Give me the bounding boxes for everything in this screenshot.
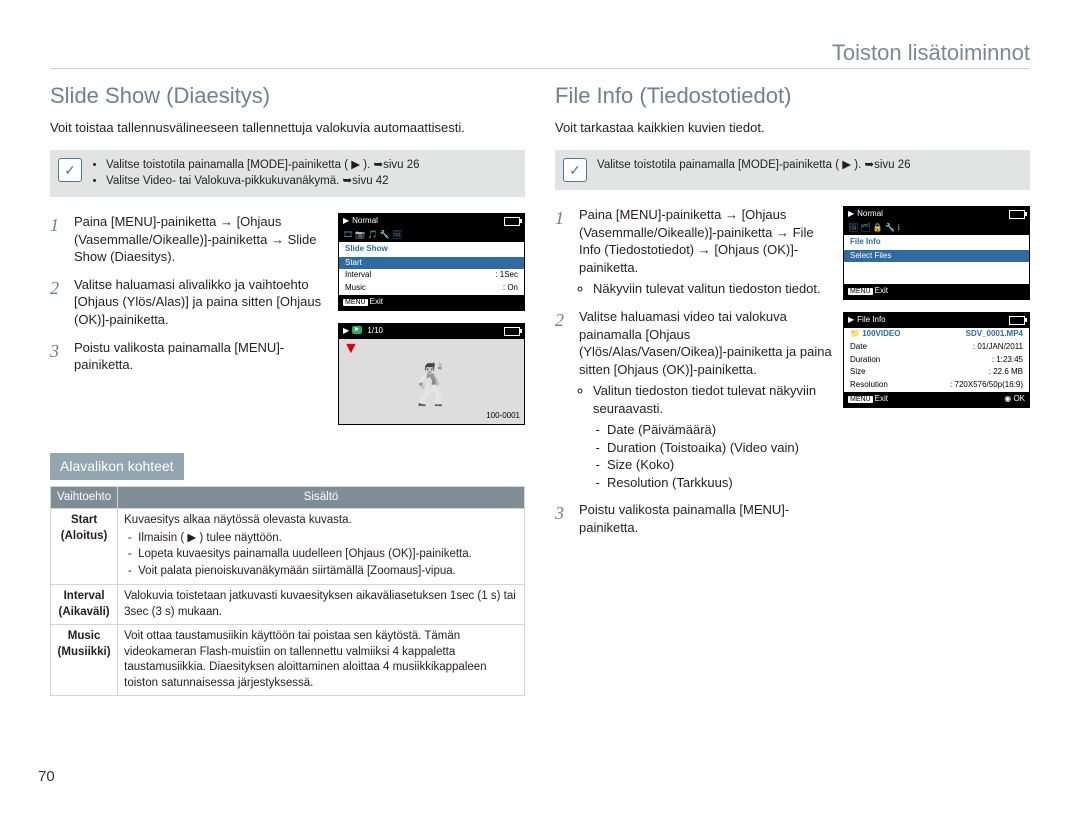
battery-icon — [504, 217, 520, 226]
lcd-slideshow-menu: ▶Normal 🎞 📷 🎵 🔧 🖼 Slide Show Start Inter… — [338, 213, 525, 311]
options-table: Vaihtoehto Sisältö Start (Aloitus) Kuvae… — [50, 486, 525, 697]
step-item: Poistu valikosta painamalla [MENU]-paini… — [555, 501, 833, 536]
note-item: Valitse toistotila painamalla [MODE]-pai… — [106, 158, 420, 174]
step-item: Valitse haluamasi alivalikko ja vaihtoeh… — [50, 276, 328, 329]
table-row: Music (Musiikki) Voit ottaa taustamusiik… — [51, 625, 525, 696]
step-item: Valitse haluamasi video tai valokuva pai… — [555, 308, 833, 491]
table-header: Sisältö — [118, 486, 525, 509]
battery-icon — [1009, 316, 1025, 325]
lcd-stack-right: ▶Normal 🖼 🗂 🔒 🔧 ℹ File Info Select Files… — [843, 206, 1030, 414]
lcd-fileinfo-detail: ▶File Info 📁 100VIDEO SDV_0001.MP4 Date:… — [843, 312, 1030, 408]
left-column: Slide Show (Diaesitys) Voit toistaa tall… — [50, 81, 525, 696]
note-box-right: ✓ Valitse toistotila painamalla [MODE]-p… — [555, 150, 1030, 190]
lcd-stack-left: ▶Normal 🎞 📷 🎵 🔧 🖼 Slide Show Start Inter… — [338, 213, 525, 430]
step-item: Paina [MENU]-painiketta → [Ohjaus (Vasem… — [555, 206, 833, 298]
right-column: File Info (Tiedostotiedot) Voit tarkasta… — [555, 81, 1030, 696]
note-box-left: ✓ Valitse toistotila painamalla [MODE]-p… — [50, 150, 525, 197]
page-number: 70 — [38, 768, 55, 785]
lcd-fileinfo-menu: ▶Normal 🖼 🗂 🔒 🔧 ℹ File Info Select Files… — [843, 206, 1030, 300]
page-header: Toiston lisätoiminnot — [50, 40, 1030, 69]
note-item: Valitse Video- tai Valokuva-pikkukuvanäk… — [106, 174, 420, 190]
table-row: Start (Aloitus) Kuvaesitys alkaa näytöss… — [51, 509, 525, 585]
table-row: Interval (Aikaväli) Valokuvia toistetaan… — [51, 585, 525, 625]
table-header: Vaihtoehto — [51, 486, 118, 509]
lcd-slideshow-play: ▶ 1/10 ▼ 🕺 100-0001 — [338, 323, 525, 425]
submenu-header: Alavalikon kohteet — [50, 453, 184, 480]
play-indicator-icon — [352, 326, 362, 334]
photo-silhouette-icon: 🕺 — [407, 365, 457, 405]
slide-show-intro: Voit toistaa tallennusvälineeseen tallen… — [50, 119, 525, 137]
check-icon: ✓ — [58, 158, 82, 182]
slide-show-heading: Slide Show (Diaesitys) — [50, 81, 525, 111]
file-info-intro: Voit tarkastaa kaikkien kuvien tiedot. — [555, 119, 1030, 137]
battery-icon — [504, 327, 520, 336]
check-icon: ✓ — [563, 158, 587, 182]
step-item: Paina [MENU]-painiketta → [Ohjaus (Vasem… — [50, 213, 328, 266]
file-info-heading: File Info (Tiedostotiedot) — [555, 81, 1030, 111]
battery-icon — [1009, 210, 1025, 219]
page-title: Toiston lisätoiminnot — [832, 40, 1030, 65]
marker-icon: ▼ — [343, 340, 359, 357]
step-item: Poistu valikosta painamalla [MENU]-paini… — [50, 339, 328, 374]
